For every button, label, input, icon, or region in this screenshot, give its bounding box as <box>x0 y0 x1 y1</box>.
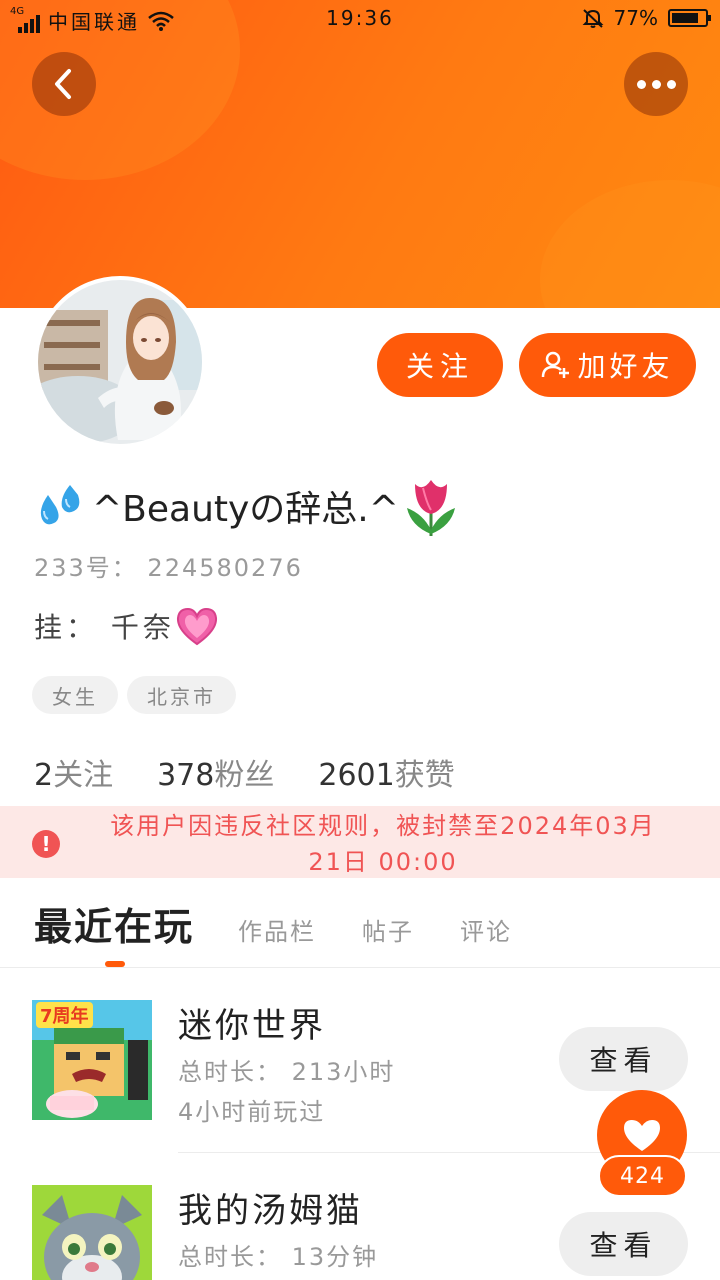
sweat-droplets-icon <box>40 485 80 525</box>
tag-gender: 女生 <box>32 676 118 714</box>
chevron-left-icon <box>55 69 71 99</box>
game-total-time: 总时长： 213小时 <box>178 1058 396 1086</box>
game-name: 我的汤姆猫 <box>178 1191 363 1231</box>
profile-stats: 2关注 378粉丝 2601获赞 <box>34 750 455 794</box>
game-name: 迷你世界 <box>178 1006 326 1046</box>
profile-signature: 挂： 千奈 <box>34 606 219 646</box>
nickname-text: ^Beautyの辞总.^ <box>92 489 399 530</box>
view-label: 查看 <box>589 1229 658 1262</box>
following-label: 关注 <box>53 758 114 793</box>
profile-tabs: 最近在玩 作品栏 帖子 评论 <box>34 896 558 951</box>
following-count: 2 <box>34 758 54 793</box>
stat-likes: 2601获赞 <box>318 750 454 794</box>
add-friend-button[interactable]: 加好友 <box>519 333 696 397</box>
view-game-button[interactable]: 查看 <box>559 1027 688 1091</box>
fans-count: 378 <box>157 758 215 793</box>
ban-notice-line2: 21日 00:00 <box>308 848 458 876</box>
ban-notice-line1: 该用户因违反社区规则，被封禁至2024年03月 <box>110 812 656 840</box>
heart-icon <box>624 1120 660 1151</box>
user-id: 233号： 224580276 <box>34 554 303 582</box>
avatar[interactable] <box>34 276 206 448</box>
battery-icon <box>668 9 711 27</box>
battery-percent: 77% <box>613 6 658 30</box>
likes-label: 获赞 <box>394 758 455 793</box>
follow-button[interactable]: 关注 <box>377 333 503 397</box>
tag-location: 北京市 <box>127 676 236 714</box>
profile-header-background <box>0 0 720 308</box>
like-count: 424 <box>620 1163 665 1189</box>
pink-heart-icon <box>176 607 217 646</box>
more-dots-icon <box>634 79 679 89</box>
like-count-badge: 424 <box>598 1155 687 1197</box>
add-friend-label: 加好友 <box>577 350 674 383</box>
follow-label: 关注 <box>405 350 474 383</box>
game-thumbnail-mini-world[interactable]: 7周年 <box>32 1000 152 1120</box>
fans-label: 粉丝 <box>214 758 275 793</box>
more-options-button[interactable] <box>624 52 688 116</box>
tab-works[interactable]: 作品栏 <box>238 912 316 947</box>
back-button[interactable] <box>32 52 96 116</box>
tab-comments[interactable]: 评论 <box>460 912 512 947</box>
mute-bell-icon <box>582 9 603 28</box>
game-thumbnail-talking-tom[interactable] <box>32 1185 152 1280</box>
likes-count: 2601 <box>318 758 395 793</box>
profile-nickname: ^Beautyの辞总.^ <box>34 474 461 538</box>
tab-recent-games[interactable]: 最近在玩 <box>34 896 194 951</box>
tab-posts[interactable]: 帖子 <box>362 912 414 947</box>
ban-notice-text: 该用户因违反社区规则，被封禁至2024年03月 21日 00:00 <box>70 808 696 880</box>
stat-fans[interactable]: 378粉丝 <box>157 750 274 794</box>
game-total-time: 总时长： 13分钟 <box>178 1243 379 1271</box>
add-user-icon <box>542 351 570 378</box>
stat-following[interactable]: 2关注 <box>34 750 113 794</box>
status-bar: 4G 中国联通 19:36 77% <box>0 0 720 36</box>
list-item: 7周年 迷你世界 总时长： 213小时 4小时前玩过 查看 <box>0 968 720 1126</box>
signature-text: 挂： 千奈 <box>34 611 175 644</box>
anniversary-badge: 7周年 <box>36 1002 93 1028</box>
view-label: 查看 <box>589 1044 658 1077</box>
tulip-icon <box>406 480 455 536</box>
profile-tags: 女生 北京市 <box>32 676 236 714</box>
game-last-played: 4小时前玩过 <box>178 1098 326 1126</box>
view-game-button[interactable]: 查看 <box>559 1212 688 1276</box>
alert-icon: ! <box>32 830 60 858</box>
